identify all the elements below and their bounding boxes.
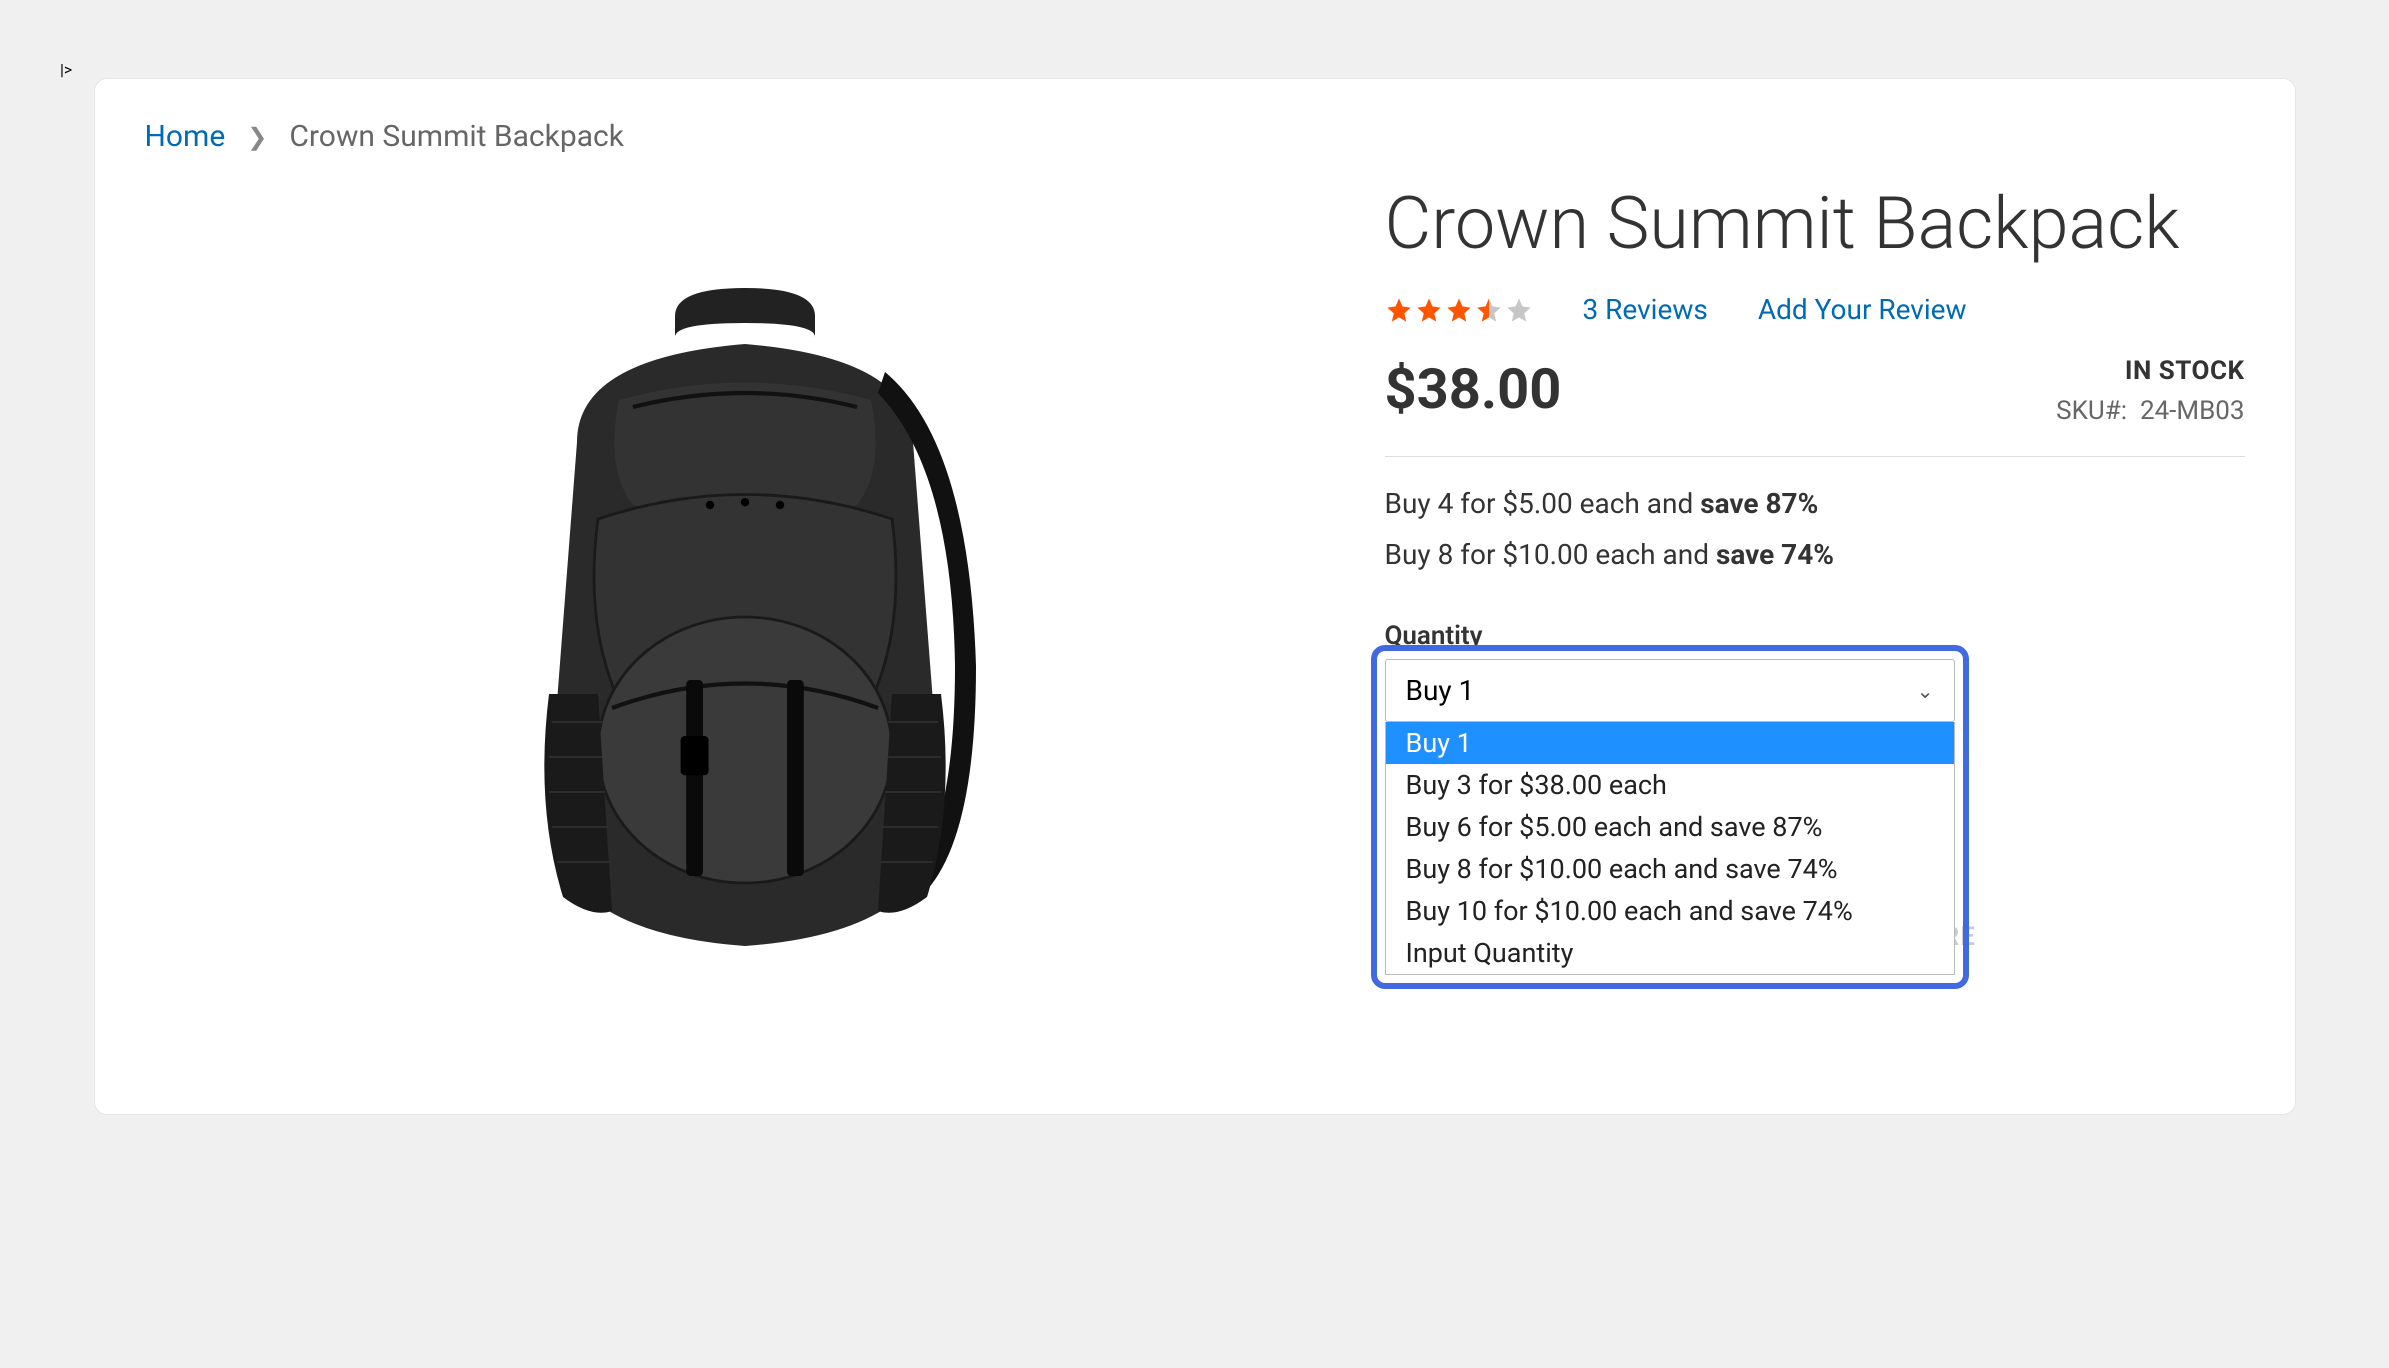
quantity-option[interactable]: Buy 1 (1386, 722, 1954, 764)
product-title: Crown Summit Backpack (1385, 184, 2245, 263)
breadcrumb-home-link[interactable]: Home (145, 119, 226, 154)
product-price: $38.00 (1385, 356, 1562, 422)
quantity-dropdown: Buy 1 Buy 3 for $38.00 each Buy 6 for $5… (1385, 722, 1955, 975)
tier-price: Buy 4 for $5.00 each and save 87% (1385, 487, 2245, 520)
tier-save: save 87% (1700, 487, 1818, 520)
quantity-option[interactable]: Buy 8 for $10.00 each and save 74% (1386, 848, 1954, 890)
sku-value: 24-MB03 (2140, 396, 2245, 426)
content-row: Crown Summit Backpack 3 Reviews Add Your… (145, 174, 2245, 1074)
quantity-option[interactable]: Input Quantity (1386, 932, 1954, 974)
reviews-count-link[interactable]: 3 Reviews (1583, 293, 1708, 326)
quantity-label: Quantity (1385, 621, 2245, 651)
star-half-icon (1475, 296, 1503, 324)
review-row: 3 Reviews Add Your Review (1385, 293, 2245, 326)
add-review-link[interactable]: Add Your Review (1758, 293, 1967, 326)
star-icon (1415, 296, 1443, 324)
price-row: $38.00 IN STOCK SKU#: 24-MB03 (1385, 356, 2245, 457)
product-image (465, 274, 1025, 974)
stock-status: IN STOCK (2056, 356, 2244, 386)
product-card: Home ❯ Crown Summit Backpack (95, 79, 2295, 1114)
product-info: Crown Summit Backpack 3 Reviews Add Your… (1385, 174, 2245, 1074)
quantity-option[interactable]: Buy 3 for $38.00 each (1386, 764, 1954, 806)
product-image-area (145, 174, 1345, 1074)
quantity-select-wrap: Buy 1 ⌄ Buy 1 Buy 3 for $38.00 each Buy … (1385, 659, 1955, 722)
breadcrumb: Home ❯ Crown Summit Backpack (145, 119, 2245, 154)
sku: SKU#: 24-MB03 (2056, 396, 2244, 426)
tier-prices: Buy 4 for $5.00 each and save 87% Buy 8 … (1385, 487, 2245, 571)
quantity-selected-value: Buy 1 (1406, 674, 1475, 707)
chevron-down-icon: ⌄ (1917, 679, 1934, 703)
quantity-option[interactable]: Buy 6 for $5.00 each and save 87% (1386, 806, 1954, 848)
quantity-select[interactable]: Buy 1 ⌄ (1385, 659, 1955, 722)
tier-price: Buy 8 for $10.00 each and save 74% (1385, 538, 2245, 571)
breadcrumb-current: Crown Summit Backpack (289, 119, 624, 154)
sku-label: SKU#: (2056, 396, 2127, 426)
chevron-right-icon: ❯ (247, 123, 267, 151)
star-icon (1445, 296, 1473, 324)
tier-save: save 74% (1716, 538, 1834, 571)
quantity-option[interactable]: Buy 10 for $10.00 each and save 74% (1386, 890, 1954, 932)
tier-text: Buy 4 for $5.00 each and (1385, 487, 1701, 520)
star-icon (1385, 296, 1413, 324)
stock-block: IN STOCK SKU#: 24-MB03 (2056, 356, 2244, 426)
rating-stars (1385, 296, 1533, 324)
star-empty-icon (1505, 296, 1533, 324)
tier-text: Buy 8 for $10.00 each and (1385, 538, 1716, 571)
